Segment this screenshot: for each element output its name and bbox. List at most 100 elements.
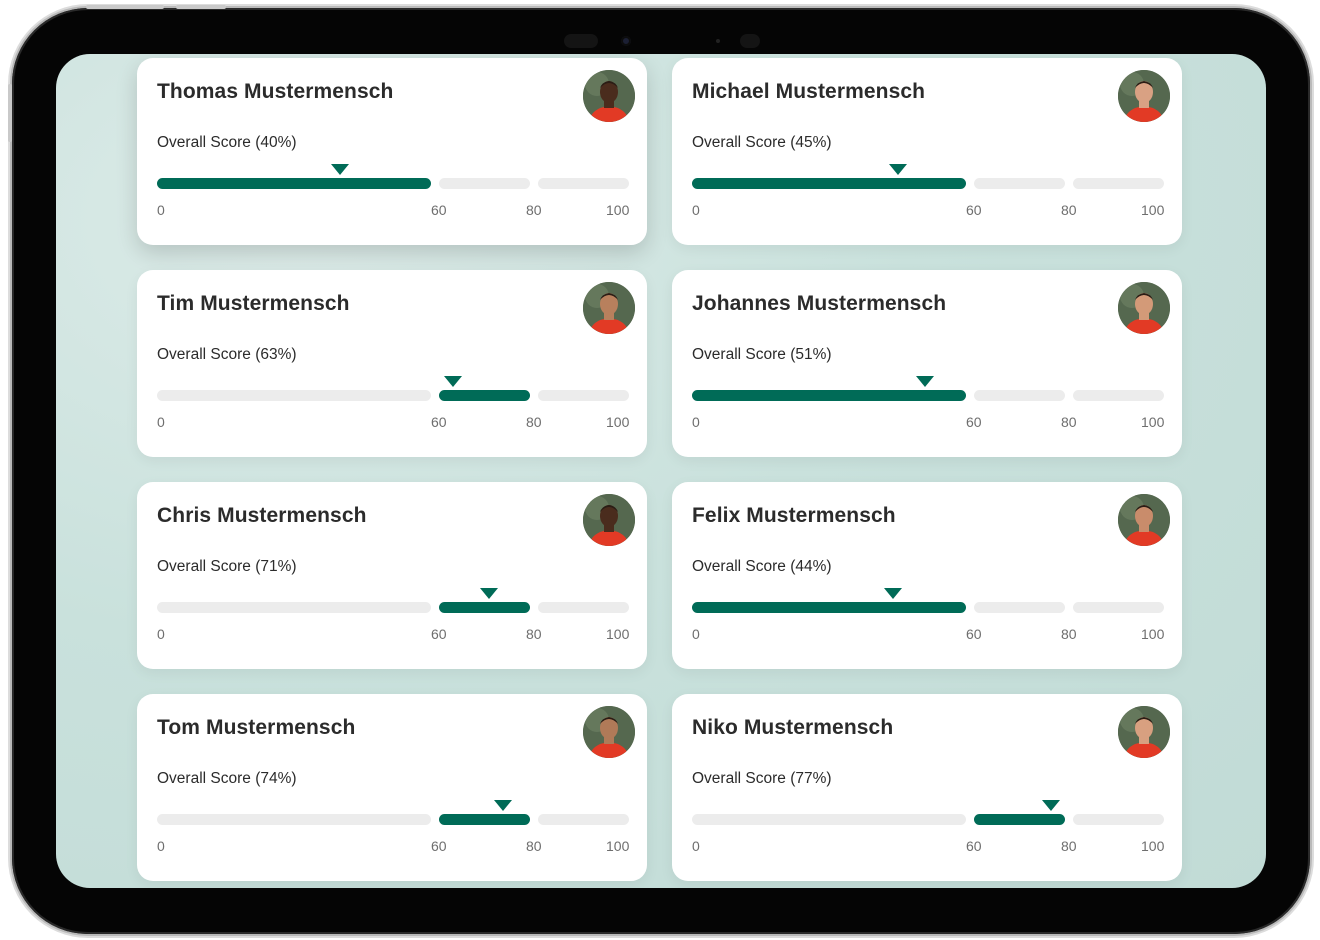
overall-score-label: Overall Score (51%) bbox=[692, 346, 832, 363]
score-marker-icon bbox=[915, 376, 934, 387]
scale-tick-label: 100 bbox=[606, 626, 630, 642]
scale-tick-label: 80 bbox=[1061, 202, 1077, 218]
player-avatar bbox=[1118, 282, 1170, 334]
scale-tick-label: 80 bbox=[526, 202, 542, 218]
player-photo-icon bbox=[1118, 282, 1170, 334]
score-scale: 0 60 80 100 bbox=[692, 164, 1164, 218]
score-band bbox=[974, 602, 1065, 613]
player-card[interactable]: Tim Mustermensch Overall Score (63%) 0 60… bbox=[137, 270, 647, 457]
score-scale: 0 60 80 100 bbox=[157, 164, 629, 218]
score-band-active bbox=[692, 178, 966, 189]
player-card[interactable]: Chris Mustermensch Overall Score (71%) 0… bbox=[137, 482, 647, 669]
scale-tick-label: 100 bbox=[606, 414, 630, 430]
overall-score-label: Overall Score (71%) bbox=[157, 558, 297, 575]
overall-score-label: Overall Score (44%) bbox=[692, 558, 832, 575]
player-card[interactable]: Michael Mustermensch Overall Score (45%)… bbox=[672, 58, 1182, 245]
scale-tick-label: 80 bbox=[1061, 414, 1077, 430]
score-band-active bbox=[692, 390, 966, 401]
player-avatar bbox=[1118, 494, 1170, 546]
scale-tick-label: 0 bbox=[692, 414, 700, 430]
player-card[interactable]: Niko Mustermensch Overall Score (77%) 0 6… bbox=[672, 694, 1182, 881]
player-avatar bbox=[583, 494, 635, 546]
score-band bbox=[538, 390, 629, 401]
scale-tick-label: 100 bbox=[1141, 838, 1165, 854]
player-avatar bbox=[583, 706, 635, 758]
score-scale: 0 60 80 100 bbox=[157, 588, 629, 642]
scale-tick-label: 80 bbox=[1061, 626, 1077, 642]
score-scale: 0 60 80 100 bbox=[692, 800, 1164, 854]
score-scale: 0 60 80 100 bbox=[157, 800, 629, 854]
scale-tick-label: 0 bbox=[157, 838, 165, 854]
score-marker-icon bbox=[1042, 800, 1061, 811]
player-avatar bbox=[1118, 70, 1170, 122]
overall-score-label: Overall Score (40%) bbox=[157, 134, 297, 151]
player-card[interactable]: Felix Mustermensch Overall Score (44%) 0… bbox=[672, 482, 1182, 669]
overall-score-label: Overall Score (63%) bbox=[157, 346, 297, 363]
player-photo-icon bbox=[1118, 706, 1170, 758]
hardware-button bbox=[8, 84, 12, 142]
score-band-active bbox=[439, 814, 530, 825]
score-band bbox=[692, 814, 966, 825]
player-photo-icon bbox=[583, 70, 635, 122]
scale-tick-label: 60 bbox=[966, 626, 982, 642]
scale-tick-label: 60 bbox=[966, 414, 982, 430]
score-marker-icon bbox=[883, 588, 902, 599]
player-photo-icon bbox=[583, 706, 635, 758]
player-photo-icon bbox=[583, 494, 635, 546]
score-marker-icon bbox=[443, 376, 462, 387]
sensor-pill bbox=[740, 34, 760, 48]
score-band-active bbox=[974, 814, 1065, 825]
scale-tick-label: 100 bbox=[606, 838, 630, 854]
scale-tick-label: 60 bbox=[431, 626, 447, 642]
player-name: Felix Mustermensch bbox=[692, 504, 896, 527]
scale-tick-label: 100 bbox=[1141, 414, 1165, 430]
scale-tick-label: 60 bbox=[966, 838, 982, 854]
app-screen: Thomas Mustermensch Overall Score (40%) … bbox=[56, 54, 1266, 888]
player-photo-icon bbox=[583, 282, 635, 334]
scale-tick-label: 100 bbox=[606, 202, 630, 218]
scale-tick-label: 80 bbox=[1061, 838, 1077, 854]
player-avatar bbox=[583, 282, 635, 334]
score-band bbox=[538, 178, 629, 189]
score-band bbox=[1073, 814, 1164, 825]
player-name: Niko Mustermensch bbox=[692, 716, 894, 739]
score-band bbox=[974, 178, 1065, 189]
camera-bar bbox=[564, 32, 764, 50]
score-band-active bbox=[439, 390, 530, 401]
hardware-button bbox=[176, 5, 226, 9]
score-marker-icon bbox=[330, 164, 349, 175]
scale-tick-label: 0 bbox=[692, 626, 700, 642]
camera-lens-icon bbox=[621, 36, 631, 46]
score-marker-icon bbox=[888, 164, 907, 175]
scale-tick-label: 60 bbox=[431, 202, 447, 218]
scale-tick-label: 100 bbox=[1141, 202, 1165, 218]
score-band bbox=[1073, 602, 1164, 613]
hardware-button bbox=[86, 5, 164, 9]
player-card[interactable]: Thomas Mustermensch Overall Score (40%) … bbox=[137, 58, 647, 245]
player-card[interactable]: Johannes Mustermensch Overall Score (51%… bbox=[672, 270, 1182, 457]
player-avatar bbox=[583, 70, 635, 122]
tablet-frame: Thomas Mustermensch Overall Score (40%) … bbox=[12, 8, 1310, 934]
player-card-grid: Thomas Mustermensch Overall Score (40%) … bbox=[137, 58, 1182, 881]
sensor-pill bbox=[564, 34, 598, 48]
scale-tick-label: 0 bbox=[157, 626, 165, 642]
player-name: Tim Mustermensch bbox=[157, 292, 350, 315]
score-band bbox=[538, 814, 629, 825]
player-name: Michael Mustermensch bbox=[692, 80, 926, 103]
player-card[interactable]: Tom Mustermensch Overall Score (74%) 0 60… bbox=[137, 694, 647, 881]
scale-tick-label: 80 bbox=[526, 626, 542, 642]
score-band bbox=[974, 390, 1065, 401]
score-band-active bbox=[692, 602, 966, 613]
score-band-active bbox=[157, 178, 431, 189]
score-marker-icon bbox=[493, 800, 512, 811]
scale-tick-label: 0 bbox=[157, 202, 165, 218]
player-name: Thomas Mustermensch bbox=[157, 80, 394, 103]
player-name: Chris Mustermensch bbox=[157, 504, 367, 527]
overall-score-label: Overall Score (77%) bbox=[692, 770, 832, 787]
scale-tick-label: 100 bbox=[1141, 626, 1165, 642]
scale-tick-label: 0 bbox=[692, 838, 700, 854]
score-band-active bbox=[439, 602, 530, 613]
score-band bbox=[157, 390, 431, 401]
score-band bbox=[1073, 178, 1164, 189]
score-scale: 0 60 80 100 bbox=[157, 376, 629, 430]
